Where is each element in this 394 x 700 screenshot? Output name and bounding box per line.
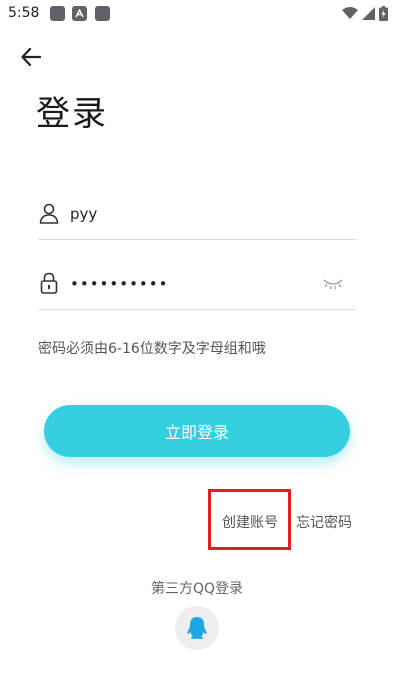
password-input[interactable] — [70, 272, 320, 296]
create-account-link[interactable]: 创建账号 — [222, 512, 278, 532]
forgot-password-link[interactable]: 忘记密码 — [296, 512, 352, 532]
qq-login-button[interactable] — [175, 606, 219, 650]
password-hint: 密码必须由6-16位数字及字母组和哦 — [38, 341, 266, 357]
third-party-login-label: 第三方QQ登录 — [150, 581, 244, 597]
battery-charging-icon — [379, 6, 388, 21]
notification-a-icon — [72, 6, 87, 21]
notification-app-icon — [50, 6, 65, 21]
notification-app-icon-2 — [95, 6, 110, 21]
status-bar: 5:58 — [0, 0, 394, 28]
user-icon — [39, 203, 59, 224]
eye-closed-icon[interactable] — [322, 276, 344, 290]
qq-icon — [187, 617, 207, 639]
wifi-icon — [342, 7, 358, 19]
page-title: 登录 — [36, 94, 108, 134]
username-field[interactable] — [38, 190, 356, 240]
status-indicators — [342, 6, 388, 21]
login-button[interactable]: 立即登录 — [44, 405, 350, 457]
back-button[interactable] — [18, 44, 44, 70]
signal-icon — [362, 7, 375, 20]
lock-icon — [40, 272, 58, 294]
password-field[interactable] — [38, 260, 356, 310]
username-input[interactable] — [70, 202, 320, 226]
back-arrow-icon — [21, 48, 41, 66]
status-time: 5:58 — [8, 5, 40, 21]
